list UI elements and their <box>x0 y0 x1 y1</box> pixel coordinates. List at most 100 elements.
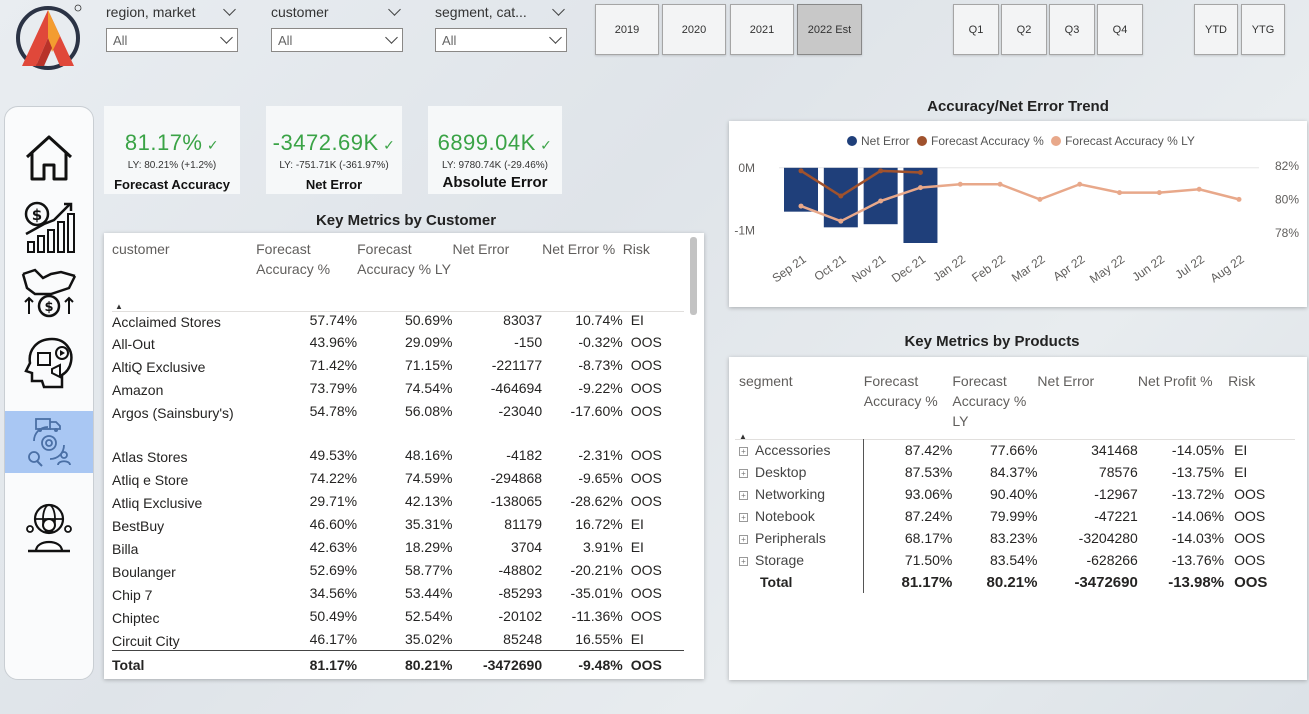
metric-cell: 341468 <box>1091 442 1138 459</box>
header-customer[interactable]: customer ▲ <box>112 239 256 311</box>
metric-cell: 71.42% <box>309 357 358 373</box>
table-row[interactable]: Atliq e Store 74.22% 74.59% -294868 -9.65% OO… <box>112 470 684 493</box>
nav-finance[interactable]: $ <box>5 195 93 257</box>
filter-dropdown[interactable]: All <box>435 28 567 52</box>
ytg-button[interactable]: YTG <box>1241 4 1285 55</box>
metric-cell: -8.73% <box>578 357 623 373</box>
ytd-button[interactable]: YTD <box>1194 4 1238 55</box>
header-segment[interactable]: segment ▲ <box>735 371 864 441</box>
segment-label: Total <box>760 574 793 590</box>
products-table[interactable]: segment ▲ Forecast Accuracy % Forecast Ac… <box>729 357 1307 680</box>
metric-cell: OOS <box>630 357 662 373</box>
header-forecast-accuracy[interactable]: Forecast Accuracy % <box>256 239 357 311</box>
filter-region-market[interactable]: region, market All <box>106 2 238 52</box>
quarter-q2-button[interactable]: Q2 <box>1001 4 1047 55</box>
metric-cell: 50.49% <box>309 608 358 624</box>
metric-cell: -14.03% <box>1171 530 1225 546</box>
header-risk[interactable]: Risk <box>1224 371 1295 439</box>
quarter-q4-button[interactable]: Q4 <box>1097 4 1143 55</box>
sort-ascending-icon[interactable]: ▲ <box>739 427 747 447</box>
table-row[interactable]: Atliq Exclusive 29.71% 42.13% -138065 -28.62… <box>112 493 684 516</box>
table-row[interactable]: + Storage 71.50% 83.54% -628266 -13.76% OOS <box>735 549 1295 571</box>
table-row[interactable]: Amazon 73.79% 74.54% -464694 -9.22% OOS <box>112 380 684 403</box>
year-2022-est-button[interactable]: 2022 Est <box>797 4 862 55</box>
header-forecast-accuracy-ly[interactable]: Forecast Accuracy % LY <box>357 239 452 311</box>
customer-table[interactable]: customer ▲ Forecast Accuracy % Forecast A… <box>104 233 704 679</box>
year-label: 2020 <box>681 23 707 36</box>
expand-icon[interactable]: + <box>739 491 748 500</box>
table-row[interactable]: Chip 7 34.56% 53.44% -85293 -35.01% OOS <box>112 585 684 608</box>
header-net-error[interactable]: Net Error <box>452 239 542 311</box>
filter-segment-category[interactable]: segment, cat... All <box>435 2 567 52</box>
quarter-label: Q3 <box>1064 23 1080 36</box>
metric-cell: 79.99% <box>989 508 1038 524</box>
chevron-down-icon[interactable] <box>223 3 236 16</box>
quarter-q3-button[interactable]: Q3 <box>1049 4 1095 55</box>
nav-executive[interactable] <box>5 497 93 559</box>
segment-cell: Total <box>735 571 864 593</box>
line-point <box>997 181 1003 187</box>
expand-icon[interactable]: + <box>739 513 748 522</box>
expand-icon[interactable]: + <box>739 469 748 478</box>
chevron-down-icon[interactable] <box>552 3 565 16</box>
quarter-q1-button[interactable]: Q1 <box>953 4 999 55</box>
metric-cell: 90.40% <box>989 486 1038 502</box>
table-row[interactable]: Chiptec 50.49% 52.54% -20102 -11.36% OOS <box>112 608 684 631</box>
line-point <box>798 203 804 209</box>
year-2020-button[interactable]: 2020 <box>662 4 726 55</box>
filter-dropdown[interactable]: All <box>106 28 238 52</box>
metric-cell: 93.06% <box>863 483 953 505</box>
table-row[interactable]: Acclaimed Stores 57.74% 50.69% 83037 10.74% E… <box>112 311 684 334</box>
metric-cell: 29.71% <box>309 493 358 509</box>
header-risk[interactable]: Risk <box>623 239 684 311</box>
table-row[interactable]: + Notebook 87.24% 79.99% -47221 -14.06% OOS <box>735 505 1295 527</box>
table-row[interactable]: + Networking 93.06% 90.40% -12967 -13.72% OOS <box>735 483 1295 505</box>
metric-cell: -9.22% <box>578 380 623 396</box>
expand-icon[interactable]: + <box>739 535 748 544</box>
header-net-error[interactable]: Net Error <box>1037 371 1137 439</box>
nav-marketing[interactable] <box>5 331 93 393</box>
filter-label: region, market <box>106 4 196 20</box>
marketing-head-icon <box>24 337 73 389</box>
sort-ascending-icon[interactable]: ▲ <box>115 297 123 317</box>
table-row[interactable]: + Peripherals 68.17% 83.23% -3204280 -14.03% O… <box>735 527 1295 549</box>
expand-icon[interactable]: + <box>739 447 748 457</box>
chevron-down-icon[interactable] <box>388 3 401 16</box>
line-point <box>1077 181 1083 187</box>
metric-cell: OOS <box>1234 530 1266 546</box>
metric-cell: -85293 <box>498 585 543 601</box>
header-forecast-accuracy[interactable]: Forecast Accuracy % <box>864 371 953 439</box>
header-net-error-pct[interactable]: Net Error % <box>542 239 623 311</box>
header-forecast-accuracy-ly[interactable]: Forecast Accuracy % LY <box>952 371 1037 439</box>
table-row[interactable]: All-Out 43.96% 29.09% -150 -0.32% OOS <box>112 334 684 357</box>
table-row[interactable]: BestBuy 46.60% 35.31% 81179 16.72% EI <box>112 516 684 539</box>
x-axis-label: Jan 22 <box>930 252 968 284</box>
chevron-down-icon <box>385 31 398 44</box>
trend-chart[interactable]: 0M -1M 82% 80% 78% Sep 21 Oct 21 Nov 21 Dec 21 Ja… <box>729 121 1307 307</box>
table-row[interactable]: + Desktop 87.53% 84.37% 78576 -13.75% EI <box>735 461 1295 483</box>
metric-cell: -13.98% <box>1168 573 1225 591</box>
customer-name-cell: Chip 7 <box>112 587 153 603</box>
nav-supply-chain[interactable] <box>5 411 93 473</box>
scrollbar-thumb[interactable] <box>690 237 697 315</box>
kpi-name: Net Error <box>305 177 363 192</box>
table-row[interactable]: + Accessories 87.42% 77.66% 341468 -14.05% EI <box>735 439 1295 461</box>
metric-cell: OOS <box>630 608 662 624</box>
supply-chain-gear-icon <box>28 418 71 467</box>
table-row[interactable]: Boulanger 52.69% 58.77% -48802 -20.21% OOS <box>112 562 684 585</box>
x-axis-label: Oct 21 <box>812 252 849 284</box>
filter-dropdown[interactable]: All <box>271 28 403 52</box>
kpi-forecast-accuracy: 81.17% ✓ LY: 80.21% (+1.2%) Forecast Acc… <box>104 106 240 194</box>
table-row[interactable]: AltiQ Exclusive 71.42% 71.15% -221177 -8.73%… <box>112 357 684 380</box>
header-net-profit-pct[interactable]: Net Profit % <box>1138 371 1224 439</box>
nav-deals[interactable]: $ <box>5 261 93 323</box>
year-2019-button[interactable]: 2019 <box>595 4 659 55</box>
year-2021-button[interactable]: 2021 <box>730 4 794 55</box>
filter-customer[interactable]: customer All <box>271 2 403 52</box>
table-row[interactable]: Billa 42.63% 18.29% 3704 3.91% EI <box>112 539 684 562</box>
expand-icon[interactable]: + <box>739 557 748 566</box>
nav-home[interactable] <box>5 127 93 189</box>
table-row[interactable]: Atlas Stores 49.53% 48.16% -4182 -2.31% OOS <box>112 447 684 470</box>
table-row[interactable]: Argos (Sainsbury's) 54.78% 56.08% -23040 -17… <box>112 403 684 447</box>
filter-value: All <box>113 32 128 48</box>
